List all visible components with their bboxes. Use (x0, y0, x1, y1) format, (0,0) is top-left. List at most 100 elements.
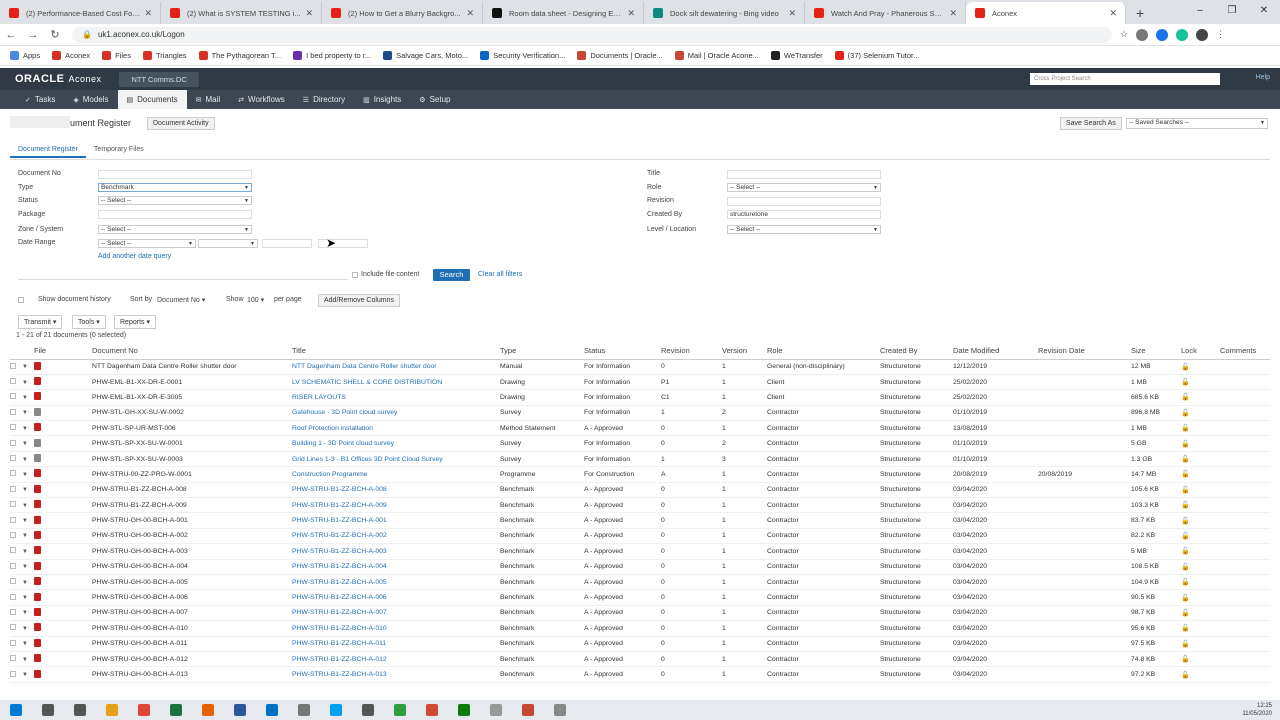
column-header-title[interactable]: Title (292, 343, 500, 360)
tab-close-icon[interactable]: ✕ (305, 8, 313, 19)
row-expand-icon[interactable]: ▼ (22, 457, 28, 463)
search-button[interactable]: Search (433, 269, 470, 281)
start-button[interactable] (0, 704, 32, 716)
nav-workflows[interactable]: ⇄ Workflows (229, 90, 294, 109)
taskbar-app[interactable] (384, 704, 416, 716)
bookmark-item[interactable]: (37) Selenium Tutor... (834, 51, 919, 60)
date-range-select[interactable]: -- Select -- ▼ (98, 239, 196, 248)
column-header-revision-date[interactable]: Revision Date (1038, 343, 1131, 360)
taskbar-app[interactable] (352, 704, 384, 716)
lock-icon[interactable]: 🔓 (1181, 364, 1190, 371)
date-operator-select[interactable]: ▼ (198, 239, 258, 248)
row-checkbox[interactable] (10, 624, 16, 631)
document-no-input[interactable] (98, 170, 252, 179)
cell-title[interactable]: PHW-STRU-B1-ZZ-BCH-A-008 (292, 482, 500, 499)
cell-title[interactable]: Roof Protection installation (292, 420, 500, 437)
tab-close-icon[interactable]: ✕ (949, 8, 957, 19)
cell-title[interactable]: PHW-STRU-B1-ZZ-BCH-A-010 (292, 620, 500, 637)
row-checkbox[interactable] (10, 655, 16, 662)
table-row[interactable]: ▼ PHW-STRU-GH-00-BCH-A-011 PHW-STRU-B1-ZZ-… (10, 636, 1270, 652)
taskbar-app[interactable] (96, 704, 128, 716)
lock-icon[interactable]: 🔓 (1181, 533, 1190, 540)
column-header-document-no[interactable]: Document No (92, 343, 292, 360)
tab-close-icon[interactable]: ✕ (466, 8, 474, 19)
cell-title[interactable]: PHW-STRU-B1-ZZ-BCH-A-011 (292, 636, 500, 652)
lock-icon[interactable]: 🔓 (1181, 548, 1190, 555)
menu-icon[interactable]: ⋮ (1216, 29, 1225, 40)
lock-icon[interactable]: 🔓 (1181, 564, 1190, 571)
add-date-query-link[interactable]: Add another date query (98, 253, 171, 260)
sort-by-select[interactable]: Document No ▾ (157, 296, 205, 304)
row-checkbox[interactable] (10, 608, 16, 615)
lock-icon[interactable]: 🔓 (1181, 625, 1190, 632)
cell-title[interactable]: PHW-STRU-B1-ZZ-BCH-A-006 (292, 589, 500, 606)
cell-title[interactable]: PHW-STRU-B1-ZZ-BCH-A-013 (292, 666, 500, 683)
cell-title[interactable]: PHW-STRU-B1-ZZ-BCH-A-005 (292, 574, 500, 591)
help-link[interactable]: Help (1256, 74, 1270, 81)
include-file-content[interactable]: Include file content (352, 271, 419, 278)
pdf-file-icon[interactable] (34, 484, 41, 493)
column-header-file[interactable]: File (34, 343, 92, 360)
maximize-icon[interactable]: ❐ (1216, 0, 1248, 22)
pdf-file-icon[interactable] (34, 561, 41, 570)
cell-title[interactable]: PHW-STRU-B1-ZZ-BCH-A-001 (292, 512, 500, 529)
column-header-comments[interactable]: Comments (1220, 343, 1270, 360)
add-remove-columns-button[interactable]: Add/Remove Columns (318, 294, 401, 307)
cell-title[interactable]: PHW-STRU-B1-ZZ-BCH-A-002 (292, 528, 500, 545)
project-selector[interactable]: NTT Comms.DC (119, 71, 199, 87)
back-icon[interactable]: ← (0, 29, 22, 41)
extension-icon[interactable] (1136, 28, 1149, 41)
lock-icon[interactable]: 🔓 (1181, 672, 1190, 679)
bookmark-item[interactable]: Security Verification... (480, 51, 565, 60)
created-by-input[interactable]: structuretone (727, 210, 881, 219)
taskbar-app[interactable] (544, 704, 576, 716)
lock-icon[interactable]: 🔓 (1181, 487, 1190, 494)
minimize-icon[interactable]: – (1184, 0, 1216, 22)
browser-tab[interactable]: (2) What is SYSTEM TESTING i... ✕ (161, 2, 322, 24)
include-file-checkbox[interactable] (352, 271, 358, 278)
taskbar-app[interactable] (512, 704, 544, 716)
nav-insights[interactable]: ▥ Insights (354, 90, 410, 109)
cell-title[interactable]: Building 1 - 3D Point cloud survey (292, 435, 500, 452)
table-row[interactable]: ▼ PHW-STL-SP-UR-MST-006 Roof Protection in… (10, 420, 1270, 437)
row-expand-icon[interactable]: ▼ (22, 380, 28, 386)
column-header-lock[interactable]: Lock (1181, 343, 1220, 360)
zone-select[interactable]: -- Select -- ▼ (98, 225, 252, 234)
bookmark-item[interactable]: Salvage Cars, Moto... (383, 51, 468, 60)
taskbar-app[interactable] (160, 704, 192, 716)
table-row[interactable]: ▼ PHW-STL-SP-XX-SU-W-0003 Grid Lines 1-3 -… (10, 451, 1270, 468)
pdf-file-icon[interactable] (34, 469, 41, 478)
role-select[interactable]: -- Select -- ▼ (727, 183, 881, 192)
forward-icon[interactable]: → (22, 29, 44, 41)
pdf-file-icon[interactable] (34, 623, 41, 632)
url-input[interactable]: 🔒 uk1.aconex.co.uk/Logon (72, 26, 1112, 43)
level-select[interactable]: -- Select -- ▼ (727, 225, 881, 234)
browser-tab[interactable]: Aconex ✕ (966, 2, 1126, 24)
extension-icon[interactable] (1156, 28, 1169, 41)
row-checkbox[interactable] (10, 670, 16, 677)
cell-title[interactable]: LV SCHEMATIC SHELL & CORE DISTRIBUTION (292, 374, 500, 391)
row-expand-icon[interactable]: ▼ (22, 626, 28, 632)
browser-tab[interactable]: Dock silt dewatering - Bing video ✕ (644, 2, 805, 24)
taskbar-app[interactable] (192, 704, 224, 716)
pdf-file-icon[interactable] (34, 669, 41, 678)
pdf-file-icon[interactable] (34, 607, 41, 616)
row-checkbox[interactable] (10, 408, 16, 415)
row-checkbox[interactable] (10, 424, 16, 431)
row-expand-icon[interactable]: ▼ (22, 395, 28, 401)
table-row[interactable]: ▼ PHW-STRU-B1-ZZ-BCH-A-009 PHW-STRU-B1-ZZ-… (10, 497, 1270, 514)
row-checkbox[interactable] (10, 547, 16, 554)
row-checkbox[interactable] (10, 639, 16, 646)
cell-title[interactable]: PHW-STRU-B1-ZZ-BCH-A-004 (292, 559, 500, 575)
type-select[interactable]: Benchmark ▼ (98, 183, 252, 192)
row-expand-icon[interactable]: ▼ (22, 564, 28, 570)
extension-icon[interactable] (1176, 28, 1189, 41)
cell-title[interactable]: PHW-STRU-B1-ZZ-BCH-A-003 (292, 543, 500, 560)
tools-button[interactable]: Tools ▾ (72, 315, 106, 329)
row-expand-icon[interactable]: ▼ (22, 533, 28, 539)
pdf-file-icon[interactable] (34, 592, 41, 601)
tab-close-icon[interactable]: ✕ (788, 8, 796, 19)
row-expand-icon[interactable]: ▼ (22, 549, 28, 555)
history-checkbox[interactable] (18, 296, 24, 303)
table-row[interactable]: ▼ PHW-EML-B1-XX-DR-E-0001 LV SCHEMATIC SHE… (10, 374, 1270, 391)
